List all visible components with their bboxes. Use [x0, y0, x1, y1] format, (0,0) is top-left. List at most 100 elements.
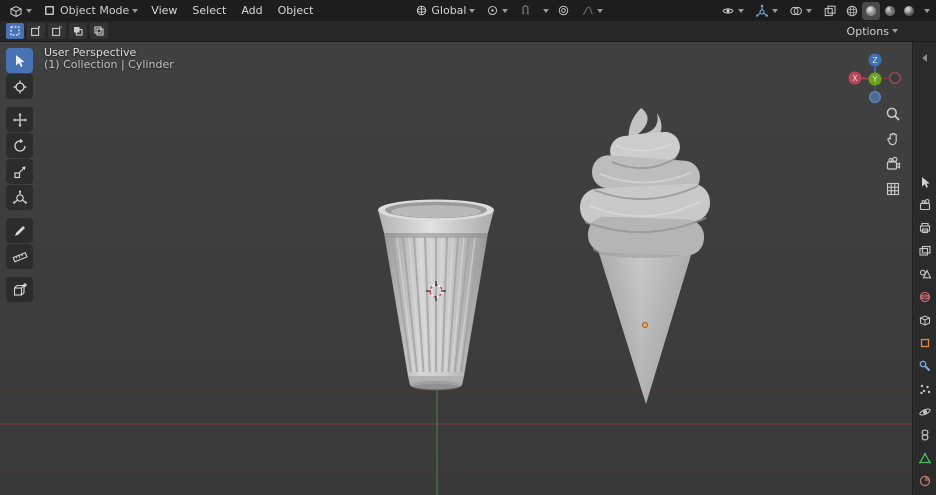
snap-settings-dropdown[interactable] [538, 7, 551, 15]
properties-tab-strip [912, 42, 936, 495]
tab-physics[interactable] [917, 404, 933, 420]
rotate-icon [13, 138, 26, 152]
pivot-point-dropdown[interactable] [481, 2, 513, 19]
tab-collection[interactable] [917, 312, 933, 328]
zoom-button[interactable] [883, 104, 903, 124]
gizmo-minus-x-ball[interactable] [888, 71, 902, 85]
world-globe-icon [919, 291, 930, 303]
chevron-down-icon [892, 29, 898, 33]
ortho-toggle-button[interactable] [883, 179, 903, 199]
tab-constraints[interactable] [917, 427, 933, 443]
menu-view[interactable]: View [144, 2, 184, 19]
tab-modifiers[interactable] [917, 358, 933, 374]
gizmo-x-axis-ball[interactable]: X [848, 71, 862, 85]
gizmo-icon [756, 4, 768, 17]
mode-dropdown[interactable]: Object Mode [38, 2, 143, 19]
tab-view-layer[interactable] [917, 243, 933, 259]
pan-hand-icon [887, 132, 897, 146]
select-mode-extend[interactable] [27, 23, 45, 39]
transform-controls-group: Global [410, 2, 608, 19]
tool-rotate[interactable] [6, 133, 33, 158]
tool-scale[interactable] [6, 159, 33, 184]
tab-material[interactable] [917, 473, 933, 489]
properties-tabs [917, 174, 933, 489]
tool-transform[interactable] [6, 185, 33, 210]
editor-type-button[interactable] [4, 2, 37, 20]
tool-select-box[interactable] [6, 48, 33, 73]
orientation-label: Global [431, 4, 467, 17]
tab-particles[interactable] [917, 381, 933, 397]
scene-icon [919, 269, 931, 279]
camera-view-button[interactable] [883, 154, 903, 174]
region-collapse-arrow-icon[interactable] [922, 54, 927, 62]
particles-icon [919, 384, 930, 395]
tool-annotate[interactable] [6, 218, 33, 243]
tool-move[interactable] [6, 107, 33, 132]
zoom-magnifier-icon [886, 107, 900, 121]
proportional-edit-icon [559, 5, 569, 16]
visibility-dropdown[interactable] [716, 2, 749, 20]
shading-settings-dropdown[interactable] [919, 7, 932, 15]
shading-wireframe-button[interactable] [843, 2, 861, 20]
chevron-down-icon [806, 8, 812, 13]
navigation-gizmo[interactable]: Z X Y [846, 48, 904, 106]
shading-material-button[interactable] [881, 2, 899, 20]
shading-solid-button[interactable] [862, 1, 880, 20]
menu-select[interactable]: Select [185, 2, 233, 19]
select-mode-invert[interactable] [69, 23, 87, 39]
viewport-display-group [716, 1, 932, 20]
select-box-icon [15, 54, 24, 67]
object-mode-icon [45, 6, 54, 15]
chevron-down-icon [597, 8, 604, 13]
select-mode-intersect[interactable] [90, 23, 108, 39]
tab-scene[interactable] [917, 266, 933, 282]
grid-floor-lines [0, 389, 912, 495]
tab-render[interactable] [917, 197, 933, 213]
shading-rendered-button[interactable] [900, 2, 918, 20]
gizmos-dropdown[interactable] [750, 2, 783, 20]
xray-toggle[interactable] [818, 2, 842, 20]
menu-object[interactable]: Object [271, 2, 321, 19]
tab-world[interactable] [917, 289, 933, 305]
gizmo-z-axis-ball[interactable]: Z [868, 53, 882, 67]
pan-button[interactable] [883, 129, 903, 149]
topbar: Object Mode View Select Add Object Globa… [0, 0, 936, 21]
tool-measure[interactable] [6, 244, 33, 269]
tab-output[interactable] [917, 220, 933, 236]
tool-cursor[interactable] [6, 74, 33, 99]
xray-icon [824, 5, 836, 16]
tool-add-cube[interactable] [6, 277, 33, 302]
viewport-3d[interactable]: User Perspective (1) Collection | Cylind… [0, 42, 912, 495]
tool-settings-bar: Options [0, 21, 936, 42]
blender-window: { "colors": { "accent": "#4772b3", "axis… [0, 0, 936, 495]
fluted-cup-mesh[interactable] [378, 199, 494, 391]
falloff-dropdown[interactable] [576, 2, 608, 19]
menu-add[interactable]: Add [234, 2, 269, 19]
gizmo-minus-z-ball[interactable] [869, 91, 882, 104]
select-mode-subtract[interactable] [48, 23, 66, 39]
chevron-down-icon [132, 8, 139, 13]
gizmo-y-axis-ball[interactable]: Y [868, 72, 882, 86]
chevron-down-icon [924, 8, 930, 13]
overlays-icon [790, 6, 802, 15]
orientation-globe-icon [417, 5, 427, 16]
tab-object-data[interactable] [917, 450, 933, 466]
add-cube-icon [13, 282, 27, 296]
snap-toggle[interactable] [514, 2, 537, 19]
snap-magnet-icon [522, 5, 530, 15]
editor-type-icon [9, 5, 23, 17]
scale-icon [13, 165, 26, 178]
overlays-dropdown[interactable] [784, 2, 817, 20]
options-dropdown[interactable]: Options [843, 23, 902, 40]
ortho-grid-icon [886, 182, 900, 196]
select-mode-set[interactable] [6, 23, 24, 39]
camera-view-icon [886, 156, 901, 170]
tab-active-tool[interactable] [917, 174, 933, 190]
orientation-dropdown[interactable]: Global [410, 2, 480, 19]
tool-shelf [6, 48, 33, 302]
proportional-edit-toggle[interactable] [552, 2, 575, 19]
tab-object[interactable] [917, 335, 933, 351]
chevron-down-icon [772, 8, 778, 13]
soft-serve-swirl [580, 108, 710, 256]
soft-serve-ice-cream-cone-mesh[interactable] [579, 108, 711, 404]
